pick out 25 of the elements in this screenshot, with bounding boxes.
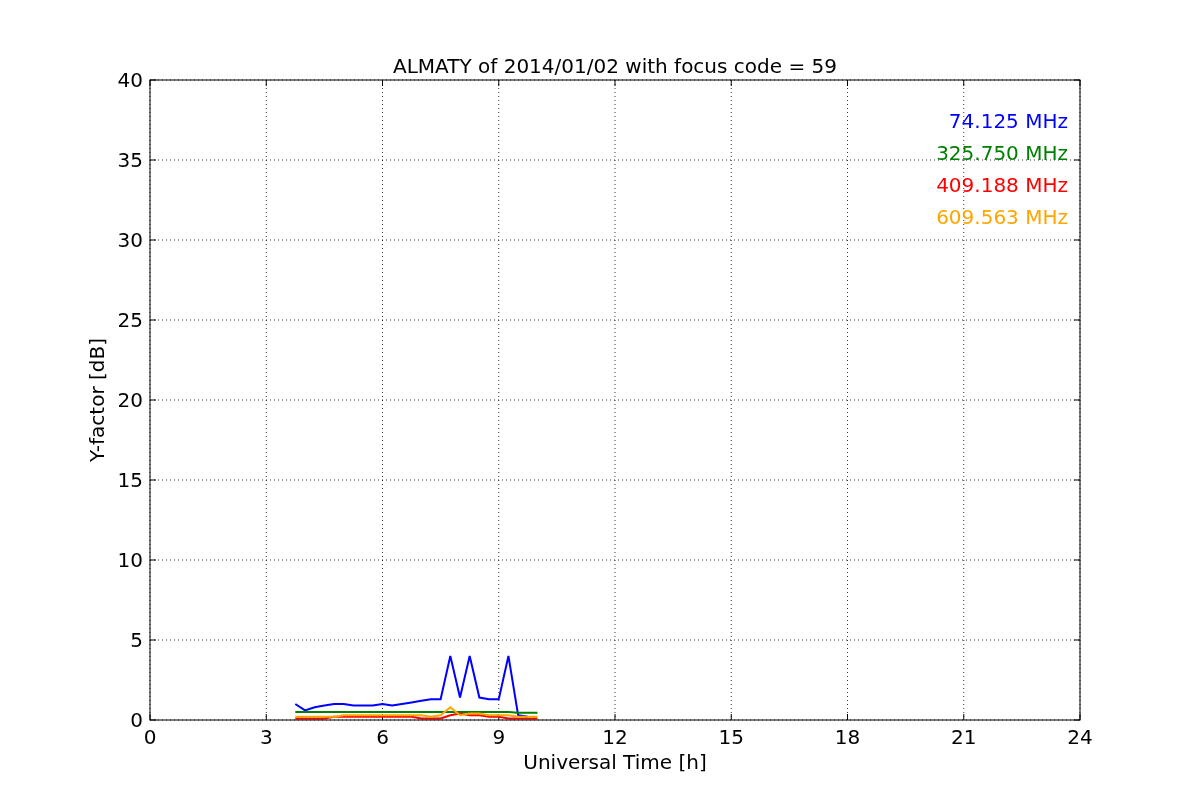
tick-label: 0 — [143, 725, 157, 749]
tick-label: 18 — [834, 725, 861, 749]
legend-label: 409.188 MHz — [936, 173, 1068, 197]
tick-label: 20 — [117, 388, 143, 412]
tick-label: 15 — [718, 725, 744, 749]
tick-label: 5 — [130, 628, 143, 652]
y-axis-label: Y-factor [dB] — [85, 338, 109, 462]
tick-label: 15 — [117, 468, 143, 492]
tick-label: 12 — [602, 725, 628, 749]
x-axis-label: Universal Time [h] — [523, 750, 707, 774]
tick-label: 24 — [1067, 725, 1093, 749]
legend-label: 609.563 MHz — [936, 205, 1068, 229]
tick-label: 3 — [259, 725, 273, 749]
legend-label: 325.750 MHz — [936, 141, 1068, 165]
tick-label: 40 — [117, 68, 143, 92]
tick-label: 21 — [951, 725, 977, 749]
tick-label: 10 — [117, 548, 143, 572]
tick-label: 0 — [130, 708, 143, 732]
tick-label: 35 — [117, 148, 143, 172]
legend-label: 74.125 MHz — [948, 109, 1068, 133]
tick-label: 9 — [492, 725, 506, 749]
chart-title: ALMATY of 2014/01/02 with focus code = 59 — [393, 54, 837, 78]
tick-label: 25 — [117, 308, 143, 332]
tick-label: 6 — [376, 725, 389, 749]
tick-label: 30 — [117, 228, 143, 252]
